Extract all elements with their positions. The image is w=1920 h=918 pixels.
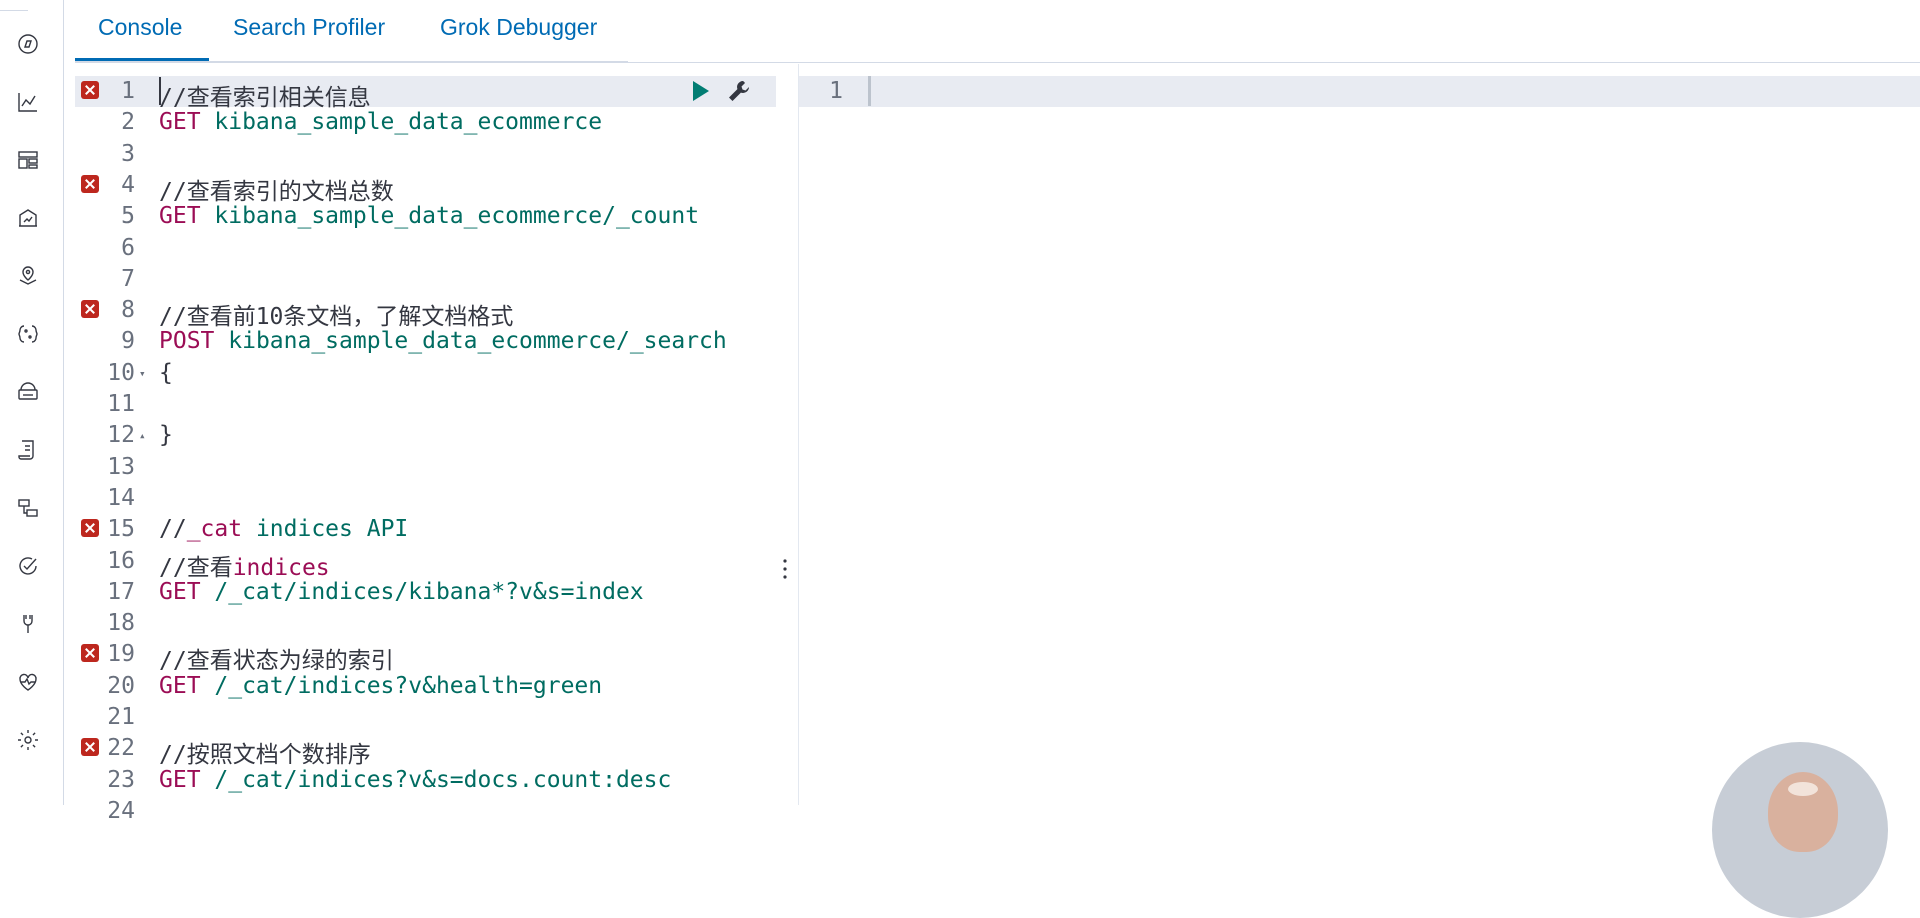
fold-toggle-icon[interactable]: ▾ xyxy=(139,367,146,380)
line-number: 13 xyxy=(107,453,135,480)
code-token: //查看前10条文档，了解文档格式 xyxy=(159,304,514,331)
output-active-line xyxy=(799,76,1920,107)
canvas-icon[interactable] xyxy=(16,206,40,230)
code-token: GET xyxy=(159,672,215,699)
output-line-number: 1 xyxy=(829,78,843,104)
resize-panel-handle[interactable] xyxy=(780,557,790,581)
console-response-output[interactable]: 1 xyxy=(798,64,1920,805)
line-number: 4 xyxy=(121,171,135,198)
play-icon xyxy=(693,81,709,101)
discover-icon[interactable] xyxy=(16,32,40,56)
line-number: 23 xyxy=(107,766,135,793)
code-line[interactable]: //查看索引相关信息 xyxy=(159,78,371,112)
apm-icon[interactable] xyxy=(16,496,40,520)
code-line[interactable]: GET kibana_sample_data_ecommerce xyxy=(159,109,602,135)
management-icon[interactable] xyxy=(16,728,40,752)
code-token: GET xyxy=(159,766,215,793)
line-number: 1 xyxy=(121,78,135,104)
line-number: 3 xyxy=(121,140,135,167)
code-token: indices xyxy=(232,554,330,581)
line-number: 16 xyxy=(107,547,135,574)
code-token: // xyxy=(159,516,187,543)
line-number: 22 xyxy=(107,735,135,762)
code-token: //查看索引相关信息 xyxy=(159,85,371,111)
code-line[interactable]: //_cat indices API xyxy=(159,516,408,542)
code-token: GET xyxy=(159,578,215,605)
uptime-icon[interactable] xyxy=(16,554,40,578)
line-number: 20 xyxy=(107,672,135,699)
code-token: kibana_sample_data_ecommerce xyxy=(214,109,603,136)
code-line[interactable]: //查看索引的文档总数 xyxy=(159,172,394,206)
line-number: 21 xyxy=(107,704,135,730)
code-token: POST xyxy=(159,328,229,355)
line-number: 14 xyxy=(107,484,135,511)
visualize-icon[interactable] xyxy=(16,90,40,114)
code-token: //查看 xyxy=(159,554,233,581)
code-token: indices API xyxy=(242,516,409,543)
tab-console[interactable]: Console xyxy=(98,14,182,41)
line-number: 5 xyxy=(121,203,135,230)
code-line[interactable]: GET /_cat/indices?v&health=green xyxy=(159,673,602,699)
line-number: 6 xyxy=(121,234,135,261)
code-line[interactable]: //查看前10条文档，了解文档格式 xyxy=(159,297,513,331)
monitoring-icon[interactable] xyxy=(16,670,40,694)
line-number: 8 xyxy=(121,297,135,324)
infrastructure-icon[interactable] xyxy=(16,380,40,404)
tab-grok-debugger[interactable]: Grok Debugger xyxy=(440,14,597,41)
logs-icon[interactable] xyxy=(16,438,40,462)
dev-tools-tabs: Console Search Profiler Grok Debugger xyxy=(75,0,1920,63)
maps-icon[interactable] xyxy=(16,264,40,288)
line-number: 19 xyxy=(107,641,135,668)
code-token: } xyxy=(159,422,173,449)
code-line[interactable]: } xyxy=(159,422,173,448)
tabs-separator xyxy=(75,61,628,62)
left-nav-sidebar xyxy=(0,0,64,805)
code-line[interactable]: GET kibana_sample_data_ecommerce/_count xyxy=(159,203,699,229)
code-token: /_cat/indices/kibana*?v&s=index xyxy=(214,578,644,605)
code-line[interactable]: GET /_cat/indices/kibana*?v&s=index xyxy=(159,579,644,605)
line-number: 7 xyxy=(121,265,135,292)
code-token: kibana_sample_data_ecommerce/_count xyxy=(214,203,700,230)
line-number: 9 xyxy=(121,328,135,355)
line-number: 24 xyxy=(107,797,135,824)
fold-toggle-icon[interactable]: ▴ xyxy=(139,429,146,442)
line-number: 18 xyxy=(107,610,135,637)
code-line[interactable]: //查看状态为绿的索引 xyxy=(159,641,394,675)
code-token: //查看索引的文档总数 xyxy=(159,178,394,205)
line-number: 11 xyxy=(107,391,135,417)
request-options-button[interactable] xyxy=(726,78,752,104)
code-token: GET xyxy=(159,109,215,136)
webcam-avatar xyxy=(1712,742,1888,918)
more-vertical-icon xyxy=(783,559,787,579)
output-cursor xyxy=(868,76,871,106)
line-number: 12 xyxy=(107,422,135,449)
console-request-editor[interactable]: 1 //查看索引相关信息 2 GET kibana_sample_data_ecomm… xyxy=(75,64,776,824)
machine-learning-icon[interactable] xyxy=(16,322,40,346)
line-number: 15 xyxy=(107,516,135,543)
line-number: 10 xyxy=(107,359,135,386)
code-token: kibana_sample_data_ecommerce/_search xyxy=(228,328,727,355)
code-line[interactable]: POST kibana_sample_data_ecommerce/_searc… xyxy=(159,328,727,354)
code-token: //按照文档个数排序 xyxy=(159,742,371,769)
code-token: { xyxy=(159,359,173,386)
line-number: 17 xyxy=(107,578,135,605)
code-token: GET xyxy=(159,203,215,230)
code-token: /_cat/indices?v&health=green xyxy=(214,672,603,699)
code-line[interactable]: //查看indices xyxy=(159,548,330,582)
line-number: 2 xyxy=(121,109,135,136)
code-line[interactable]: GET /_cat/indices?v&s=docs.count:desc xyxy=(159,767,671,793)
dashboard-icon[interactable] xyxy=(16,148,40,172)
code-token: /_cat/indices?v&s=docs.count:desc xyxy=(214,766,672,793)
dev-tools-icon[interactable] xyxy=(16,612,40,636)
code-line[interactable]: { xyxy=(159,360,173,386)
code-token: //查看状态为绿的索引 xyxy=(159,648,394,675)
tab-search-profiler[interactable]: Search Profiler xyxy=(233,14,385,41)
sidebar-divider xyxy=(0,10,28,11)
code-token: _cat xyxy=(186,516,243,543)
send-request-button[interactable] xyxy=(687,78,713,104)
code-line[interactable]: //按照文档个数排序 xyxy=(159,735,371,769)
wrench-icon xyxy=(729,81,749,101)
